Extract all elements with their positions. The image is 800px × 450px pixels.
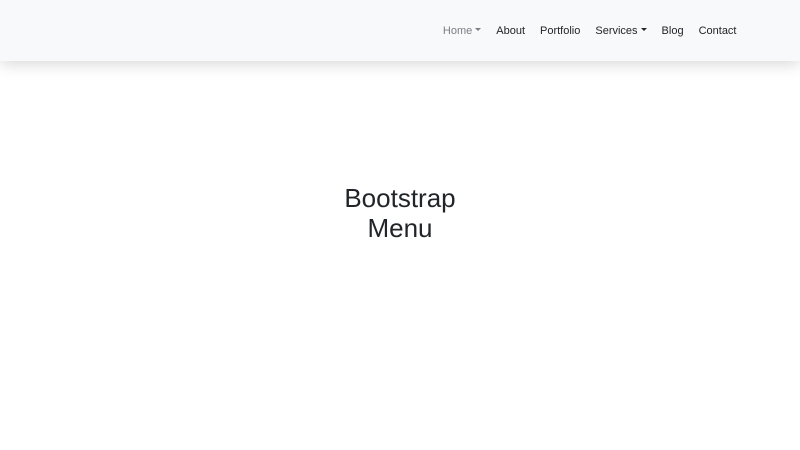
nav-item-home[interactable]: Home	[435, 25, 488, 37]
nav-item-about[interactable]: About	[489, 25, 533, 37]
hero-heading: Bootstrap Menu	[0, 183, 800, 243]
nav-item-services[interactable]: Services	[588, 25, 654, 37]
nav-item-blog[interactable]: Blog	[654, 25, 691, 37]
nav-item-label: Services	[595, 24, 638, 37]
nav-menu: Home About Portfolio Services Blog Conta…	[435, 0, 744, 61]
nav-item-label: Home	[442, 24, 473, 37]
nav-item-contact[interactable]: Contact	[691, 25, 744, 37]
nav-item-label: Blog	[661, 24, 684, 37]
navbar: Home About Portfolio Services Blog Conta…	[0, 0, 800, 61]
nav-item-label: Portfolio	[540, 24, 581, 37]
nav-item-label: Contact	[698, 24, 737, 37]
hero-heading-line-1: Bootstrap	[344, 183, 456, 213]
caret-down-icon	[475, 28, 482, 31]
nav-item-portfolio[interactable]: Portfolio	[533, 25, 588, 37]
caret-down-icon	[640, 28, 647, 31]
nav-item-label: About	[496, 24, 525, 37]
hero-heading-line-2: Menu	[367, 213, 433, 243]
